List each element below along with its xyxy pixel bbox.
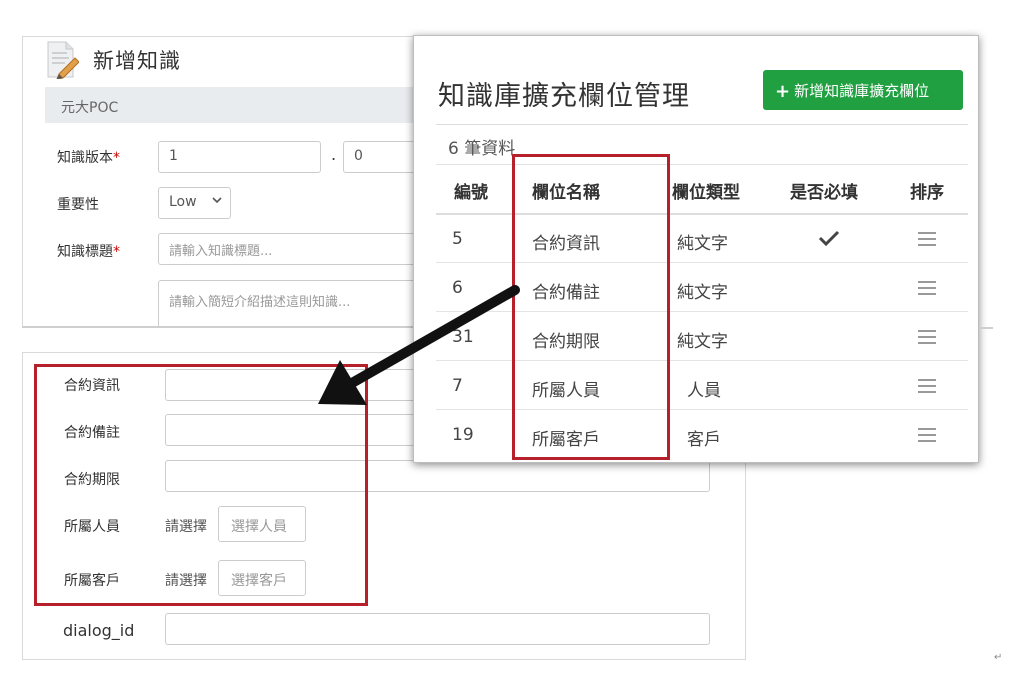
row-type: 純文字 <box>677 283 728 303</box>
dialog-id-label: dialog_id <box>63 621 135 640</box>
title-label-text: 知識標題 <box>57 244 113 260</box>
check-icon <box>818 230 840 247</box>
row-type: 純文字 <box>677 234 728 254</box>
form-title: 新增知識 <box>93 49 181 73</box>
divider-line <box>22 326 414 328</box>
required-mark: * <box>113 244 120 260</box>
title-label: 知識標題* <box>57 241 120 261</box>
paragraph-mark: ↵ <box>994 652 1003 663</box>
org-bar: 元大POC <box>45 87 423 123</box>
drag-handle-icon[interactable] <box>918 379 936 393</box>
row-id: 5 <box>452 229 463 249</box>
panel-rule <box>436 124 968 125</box>
chevron-down-icon <box>212 197 222 204</box>
version-separator: . <box>331 145 337 164</box>
importance-label: 重要性 <box>57 197 99 213</box>
header-id: 編號 <box>454 183 488 203</box>
knowledge-form-top: 新增知識 元大POC 知識版本* 1 . 0 重要性 Low 知識標題* 請輸入… <box>22 36 448 328</box>
title-input[interactable]: 請輸入知識標題... <box>158 233 448 265</box>
form-header: 新增知識 <box>23 37 423 83</box>
row-id: 7 <box>452 376 463 396</box>
required-mark: * <box>113 150 120 166</box>
importance-select[interactable]: Low <box>158 187 231 219</box>
highlight-box-form-fields <box>34 364 368 606</box>
drag-handle-icon[interactable] <box>918 281 936 295</box>
header-type: 欄位類型 <box>672 183 740 203</box>
row-id: 19 <box>452 425 474 445</box>
add-button-label: 新增知識庫擴充欄位 <box>794 82 930 100</box>
dialog-id-input[interactable] <box>165 613 710 645</box>
row-id: 31 <box>452 327 474 347</box>
version-label-text: 知識版本 <box>57 150 113 166</box>
version-label: 知識版本* <box>57 147 120 167</box>
record-count: 6 筆資料 <box>448 139 516 159</box>
panel-title: 知識庫擴充欄位管理 <box>438 81 690 112</box>
highlight-box-field-names <box>512 154 670 460</box>
importance-value: Low <box>169 194 197 210</box>
version-major-input[interactable]: 1 <box>158 141 321 173</box>
summary-textarea[interactable]: 請輸入簡短介紹描述這則知識... <box>158 280 448 328</box>
row-id: 6 <box>452 278 463 298</box>
row-type: 客戶 <box>687 430 721 450</box>
row-type: 純文字 <box>677 332 728 352</box>
drag-handle-icon[interactable] <box>918 330 936 344</box>
header-required: 是否必填 <box>790 183 858 203</box>
drag-handle-icon[interactable] <box>918 232 936 246</box>
extension-field-panel: 知識庫擴充欄位管理 + 新增知識庫擴充欄位 6 筆資料 編號 欄位名稱 欄位類型 … <box>413 35 979 463</box>
drag-handle-icon[interactable] <box>918 428 936 442</box>
row-type: 人員 <box>687 381 721 401</box>
divider-line-right <box>979 327 993 329</box>
header-sort: 排序 <box>910 183 944 203</box>
document-edit-icon <box>47 41 79 79</box>
add-extension-field-button[interactable]: + 新增知識庫擴充欄位 <box>763 70 963 110</box>
plus-icon: + <box>775 81 791 102</box>
